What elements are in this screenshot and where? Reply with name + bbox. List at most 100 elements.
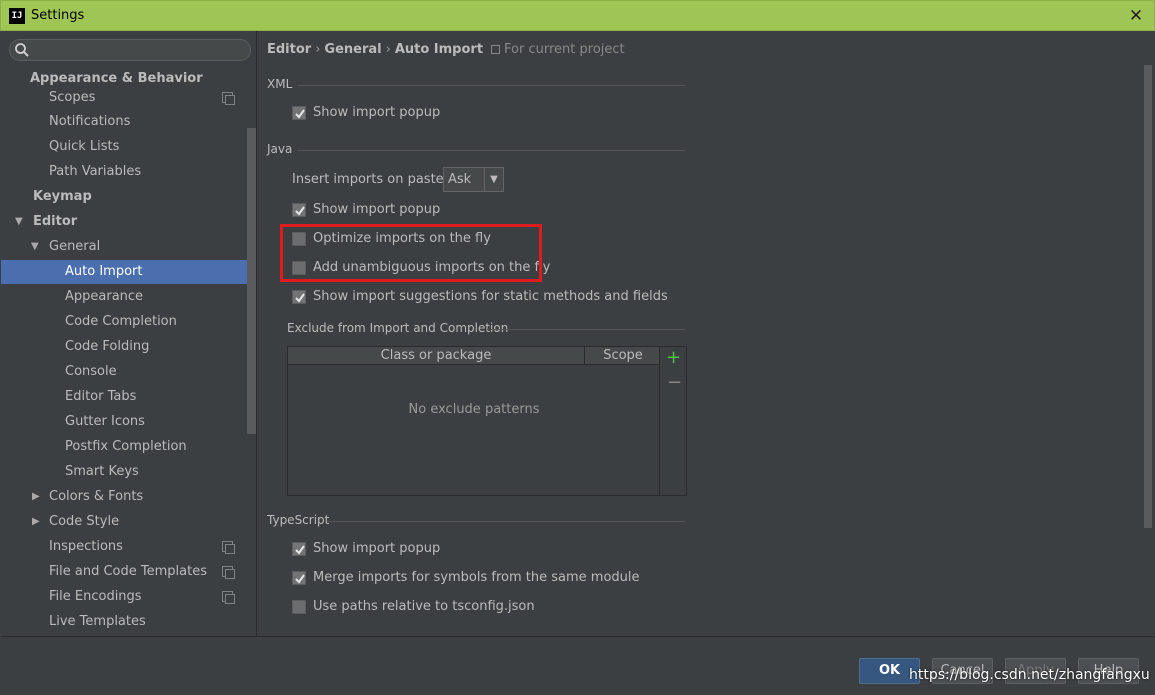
sidebar-item-label: Appearance	[65, 289, 144, 304]
chevron-down-icon[interactable]: ▼	[484, 168, 503, 191]
sidebar-item-label: Code Style	[49, 514, 120, 529]
sidebar-item-console[interactable]: Console	[65, 360, 117, 384]
checkbox-checked-icon[interactable]	[292, 571, 306, 585]
sidebar-item-editor[interactable]: ▼ Editor	[15, 210, 245, 234]
title-bar: IJ Settings ✕	[0, 0, 1155, 31]
insert-imports-select[interactable]: Ask ▼	[443, 167, 504, 192]
section-divider	[297, 150, 685, 151]
sidebar-item-label: Code Completion	[65, 314, 177, 329]
checkbox-checked-icon[interactable]	[292, 290, 306, 304]
sidebar-item-code-completion[interactable]: Code Completion	[65, 310, 177, 334]
scope-label: For current project	[504, 42, 625, 57]
sidebar-item-code-folding[interactable]: Code Folding	[65, 335, 149, 359]
project-scope-icon	[491, 45, 501, 54]
sidebar-item-editor-tabs[interactable]: Editor Tabs	[65, 385, 136, 409]
sidebar-item-label: Inspections	[49, 539, 123, 554]
insert-imports-row: Insert imports on paste: Ask ▼	[292, 167, 512, 193]
breadcrumb-general: General	[324, 42, 382, 57]
checkbox-unchecked-icon[interactable]	[292, 600, 306, 614]
checkbox-checked-icon[interactable]	[292, 106, 306, 120]
section-divider	[487, 329, 685, 330]
sidebar-item-file-code-templates[interactable]: File and Code Templates	[49, 560, 249, 584]
sidebar-item-label: Editor	[33, 214, 78, 229]
breadcrumb-editor: Editor	[267, 42, 312, 57]
project-scope-icon	[222, 591, 235, 604]
add-icon[interactable]: +	[666, 348, 681, 368]
sidebar-item-gutter-icons[interactable]: Gutter Icons	[65, 410, 145, 434]
checkbox-checked-icon[interactable]	[292, 203, 306, 217]
section-title: XML	[267, 77, 293, 91]
sidebar-item-inspections[interactable]: Inspections	[49, 535, 249, 559]
checkbox-label: Show import popup	[313, 202, 441, 217]
section-java: Java	[267, 142, 687, 158]
ts-show-import-popup-checkbox[interactable]: Show import popup	[292, 539, 592, 559]
table-header: Class or package Scope	[288, 347, 660, 365]
close-icon[interactable]: ✕	[1126, 6, 1146, 26]
sidebar-item-smart-keys[interactable]: Smart Keys	[65, 460, 139, 484]
chevron-right-icon[interactable]: ▶	[32, 485, 40, 509]
breadcrumb-separator: ›	[315, 42, 321, 57]
window-title: Settings	[31, 8, 85, 23]
sidebar-item-auto-import[interactable]: Auto Import	[1, 260, 256, 284]
checkbox-checked-icon[interactable]	[292, 542, 306, 556]
sidebar-item-label: Appearance & Behavior	[30, 71, 203, 86]
sidebar-item-code-style[interactable]: ▶ Code Style	[31, 510, 231, 534]
sidebar-item-colors-fonts[interactable]: ▶ Colors & Fonts	[31, 485, 231, 509]
ts-paths-relative-checkbox[interactable]: Use paths relative to tsconfig.json	[292, 597, 592, 617]
sidebar-item-label: Notifications	[49, 114, 131, 129]
content-scrollbar[interactable]	[1144, 65, 1152, 528]
static-suggestions-checkbox[interactable]: Show import suggestions for static metho…	[292, 287, 668, 307]
intellij-app-icon: IJ	[9, 8, 25, 24]
breadcrumb: Editor › General › Auto Import For current pr…	[267, 42, 625, 57]
sidebar-item-scopes[interactable]: Scopes	[49, 86, 249, 110]
search-input[interactable]	[9, 39, 251, 61]
sidebar-item-quick-lists[interactable]: Quick Lists	[49, 135, 119, 159]
section-divider	[327, 521, 685, 522]
sidebar-item-notifications[interactable]: Notifications	[49, 110, 130, 134]
ts-merge-imports-checkbox[interactable]: Merge imports for symbols from the same …	[292, 568, 652, 588]
sidebar-item-label: File and Code Templates	[49, 564, 207, 579]
sidebar-item-label: Console	[65, 364, 117, 379]
section-title: TypeScript	[267, 513, 330, 527]
sidebar-item-general[interactable]: ▼ General	[31, 235, 231, 259]
sidebar-item-path-variables[interactable]: Path Variables	[49, 160, 141, 184]
empty-table-message: No exclude patterns	[408, 402, 540, 417]
column-class-or-package[interactable]: Class or package	[288, 347, 585, 365]
checkbox-label: Merge imports for symbols from the same …	[313, 570, 640, 585]
sidebar-item-label: Keymap	[33, 189, 92, 204]
watermark-text: https://blog.csdn.net/zhangfangxu	[909, 667, 1150, 683]
sidebar-item-label: Code Folding	[65, 339, 150, 354]
section-typescript: TypeScript	[267, 513, 687, 529]
sidebar-item-label: Quick Lists	[49, 139, 120, 154]
sidebar-item-label: Editor Tabs	[65, 389, 137, 404]
red-highlight-annotation	[280, 224, 542, 282]
column-scope[interactable]: Scope	[586, 347, 660, 365]
remove-icon[interactable]: −	[667, 373, 682, 393]
chevron-right-icon[interactable]: ▶	[32, 510, 40, 534]
section-exclude: Exclude from Import and Completion	[287, 321, 687, 337]
checkbox-label: Use paths relative to tsconfig.json	[313, 599, 535, 614]
checkbox-label: Show import suggestions for static metho…	[313, 289, 668, 304]
breadcrumb-separator: ›	[385, 42, 391, 57]
xml-show-import-popup-checkbox[interactable]: Show import popup	[292, 103, 592, 123]
breadcrumb-current: Auto Import	[394, 42, 484, 57]
chevron-down-icon[interactable]: ▼	[15, 210, 23, 234]
sidebar-item-file-encodings[interactable]: File Encodings	[49, 585, 249, 609]
sidebar-item-label: General	[49, 239, 101, 254]
sidebar-item-appearance[interactable]: Appearance	[65, 285, 143, 309]
sidebar-item-label: Path Variables	[49, 164, 142, 179]
sidebar-item-label: Scopes	[49, 90, 96, 105]
chevron-down-icon[interactable]: ▼	[31, 235, 39, 259]
section-title: Java	[267, 142, 293, 156]
sidebar-item-postfix-completion[interactable]: Postfix Completion	[65, 435, 187, 459]
sidebar-item-label: Postfix Completion	[65, 439, 187, 454]
sidebar-scrollbar[interactable]	[247, 128, 256, 434]
settings-sidebar: Appearance & Behavior Scopes Notificatio…	[1, 31, 257, 636]
sidebar-item-label: Colors & Fonts	[49, 489, 144, 504]
checkbox-label: Show import popup	[313, 541, 441, 556]
sidebar-item-label: Smart Keys	[65, 464, 139, 479]
sidebar-item-keymap[interactable]: Keymap	[33, 185, 92, 209]
sidebar-item-live-templates[interactable]: Live Templates	[49, 610, 146, 634]
table-toolbar: + −	[659, 347, 686, 495]
java-show-import-popup-checkbox[interactable]: Show import popup	[292, 200, 592, 220]
